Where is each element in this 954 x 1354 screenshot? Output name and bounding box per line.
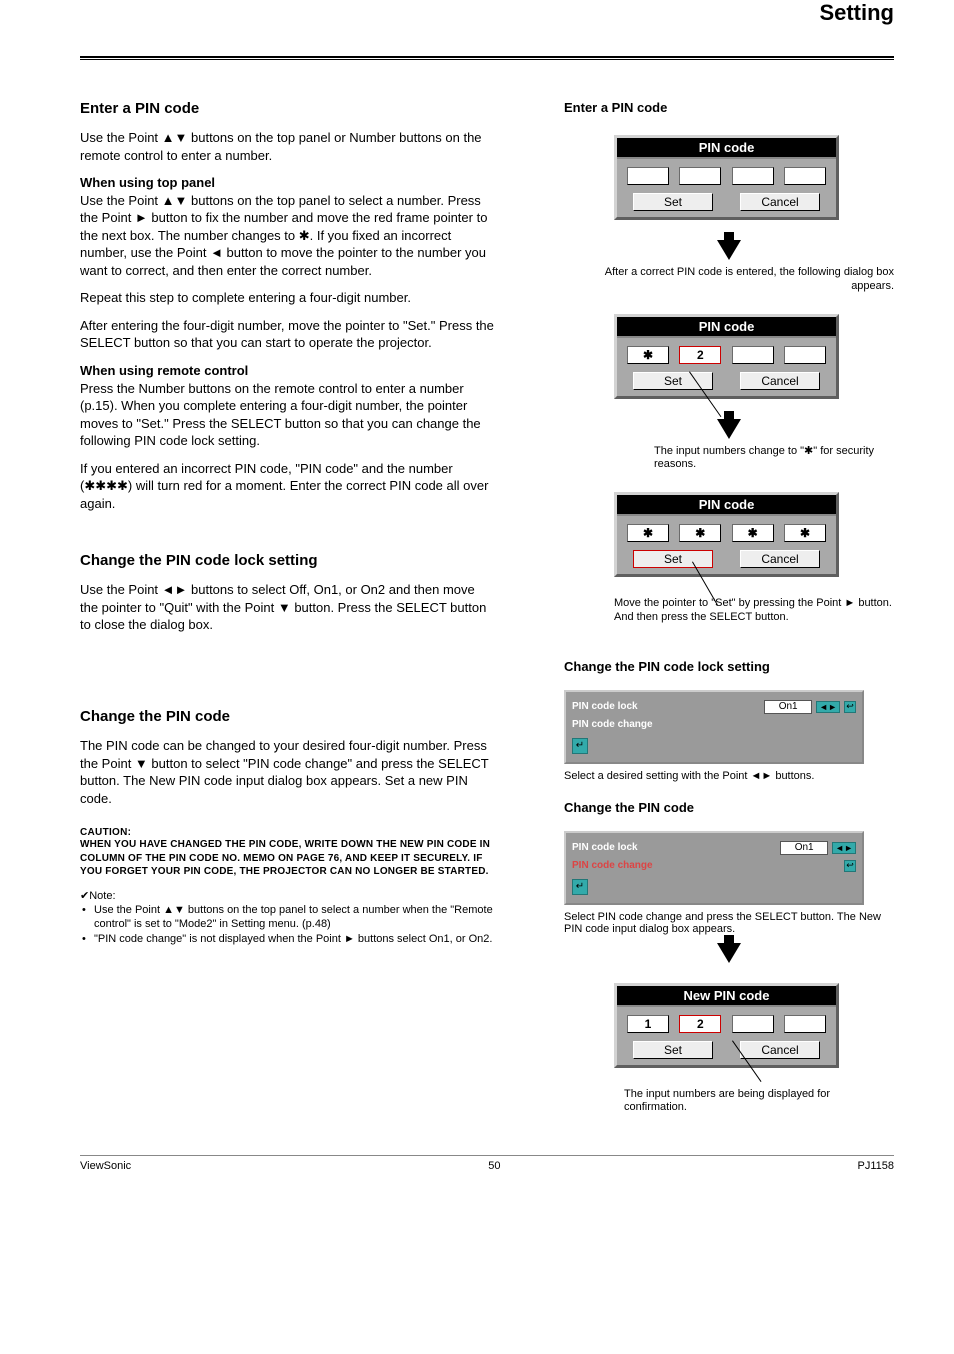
- pin-digit[interactable]: ✱: [627, 524, 669, 542]
- pin-digit-active[interactable]: 2: [679, 1015, 721, 1033]
- para-intro: Use the Point ▲▼ buttons on the top pane…: [80, 129, 495, 164]
- right-head-change-pin: Change the PIN code: [564, 800, 894, 815]
- heading-change-lock: Change the PIN code lock setting: [80, 552, 495, 569]
- quit-icon[interactable]: ↵: [572, 738, 588, 754]
- arrow-down-icon: [717, 943, 741, 963]
- menu-value: On1: [780, 841, 828, 855]
- para-remote: When using remote control Press the Numb…: [80, 362, 495, 450]
- cancel-button[interactable]: Cancel: [740, 193, 820, 211]
- pin-digit[interactable]: ✱: [627, 346, 669, 364]
- para-repeat: Repeat this step to complete entering a …: [80, 289, 495, 307]
- pin-digit[interactable]: ✱: [679, 524, 721, 542]
- right-head-enter-pin: Enter a PIN code: [564, 100, 894, 115]
- lr-arrows-icon[interactable]: ◄►: [832, 842, 856, 854]
- pin-dialog-3: PIN code ✱ ✱ ✱ ✱ Set Cancel: [614, 492, 839, 577]
- heading-change-pin: Change the PIN code: [80, 708, 495, 725]
- arrow-down-icon: [717, 240, 741, 260]
- pin-digit[interactable]: [732, 167, 774, 185]
- pin-digit[interactable]: [732, 346, 774, 364]
- note-item-1: Use the Point ▲▼ buttons on the top pane…: [80, 903, 495, 932]
- pin-digit[interactable]: ✱: [732, 524, 774, 542]
- lr-arrows-icon[interactable]: ◄►: [816, 701, 840, 713]
- footer-page: 50: [488, 1160, 500, 1172]
- pin-digit[interactable]: [784, 346, 826, 364]
- pin-dialog-2: PIN code ✱ 2 Set Cancel: [614, 314, 839, 399]
- page-footer: ViewSonic 50 PJ1158: [80, 1155, 894, 1172]
- note-block: ✔Note: Use the Point ▲▼ buttons on the t…: [80, 889, 495, 946]
- pin-dialog-title: PIN code: [617, 138, 836, 159]
- pin-digit[interactable]: [627, 167, 669, 185]
- pin-digit[interactable]: [679, 167, 721, 185]
- callout-move-set: Move the pointer to "Set" by pressing th…: [614, 597, 894, 625]
- right-note-select: Select a desired setting with the Point …: [564, 770, 894, 782]
- quit-icon[interactable]: ↵: [572, 879, 588, 895]
- footer-right: PJ1158: [857, 1160, 894, 1172]
- new-pin-dialog: New PIN code 1 2 Set Cancel: [614, 983, 839, 1068]
- pin-dialog-title: PIN code: [617, 317, 836, 338]
- right-head-change-lock: Change the PIN code lock setting: [564, 659, 894, 674]
- pin-digit[interactable]: [784, 167, 826, 185]
- para-after-four: After entering the four-digit number, mo…: [80, 317, 495, 352]
- set-button[interactable]: Set: [633, 550, 713, 568]
- header-right: Setting: [80, 0, 894, 26]
- callout-after-correct: After a correct PIN code is entered, the…: [564, 266, 894, 294]
- lock-menu-1: PIN code lock On1 ◄► ↩ PIN code change ↵: [564, 690, 864, 764]
- callout-displayed-confirm: The input numbers are being displayed fo…: [624, 1088, 894, 1116]
- caution-body: WHEN YOU HAVE CHANGED THE PIN CODE, WRIT…: [80, 838, 495, 879]
- cancel-button[interactable]: Cancel: [740, 372, 820, 390]
- para-incorrect: If you entered an incorrect PIN code, "P…: [80, 460, 495, 513]
- para-remote-body: Press the Number buttons on the remote c…: [80, 381, 481, 449]
- caution-heading: CAUTION:: [80, 827, 495, 838]
- bold-remote: When using remote control: [80, 363, 248, 378]
- pin-digit[interactable]: [732, 1015, 774, 1033]
- back-icon[interactable]: ↩: [844, 701, 856, 713]
- set-button[interactable]: Set: [633, 193, 713, 211]
- para-change-lock: Use the Point ◄► buttons to select Off, …: [80, 581, 495, 634]
- left-column: Enter a PIN code Use the Point ▲▼ button…: [80, 60, 495, 946]
- menu-item-change[interactable]: PIN code change: [572, 719, 692, 730]
- lock-menu-2: PIN code lock On1 ◄► PIN code change ↩ ↵: [564, 831, 864, 905]
- menu-item-lock[interactable]: PIN code lock: [572, 701, 692, 712]
- callout-star-security: The input numbers change to "✱" for secu…: [654, 445, 894, 473]
- right-note-change: Select PIN code change and press the SEL…: [564, 911, 894, 935]
- menu-value: On1: [764, 700, 812, 714]
- para-top-panel-body: Use the Point ▲▼ buttons on the top pane…: [80, 193, 487, 278]
- note-head: ✔Note:: [80, 889, 495, 903]
- arrow-down-icon: [717, 419, 741, 439]
- pin-digit[interactable]: 1: [627, 1015, 669, 1033]
- menu-item-change-selected[interactable]: PIN code change: [572, 860, 692, 871]
- back-icon[interactable]: ↩: [844, 860, 856, 872]
- pin-digit[interactable]: [784, 1015, 826, 1033]
- cancel-button[interactable]: Cancel: [740, 550, 820, 568]
- pin-dialog-1: PIN code Set Cancel: [614, 135, 839, 220]
- para-change-pin: The PIN code can be changed to your desi…: [80, 737, 495, 807]
- note-item-2: "PIN code change" is not displayed when …: [80, 932, 495, 946]
- menu-item-lock[interactable]: PIN code lock: [572, 842, 692, 853]
- pin-digit-active[interactable]: 2: [679, 346, 721, 364]
- set-button[interactable]: Set: [633, 1041, 713, 1059]
- cancel-button[interactable]: Cancel: [740, 1041, 820, 1059]
- new-pin-dialog-title: New PIN code: [617, 986, 836, 1007]
- right-column: Enter a PIN code PIN code Set Cancel Aft…: [564, 60, 894, 1125]
- pin-dialog-title: PIN code: [617, 495, 836, 516]
- footer-left: ViewSonic: [80, 1160, 131, 1172]
- para-top-panel: When using top panel Use the Point ▲▼ bu…: [80, 174, 495, 279]
- bold-top-panel: When using top panel: [80, 175, 215, 190]
- heading-enter-pin: Enter a PIN code: [80, 100, 495, 117]
- pin-digit[interactable]: ✱: [784, 524, 826, 542]
